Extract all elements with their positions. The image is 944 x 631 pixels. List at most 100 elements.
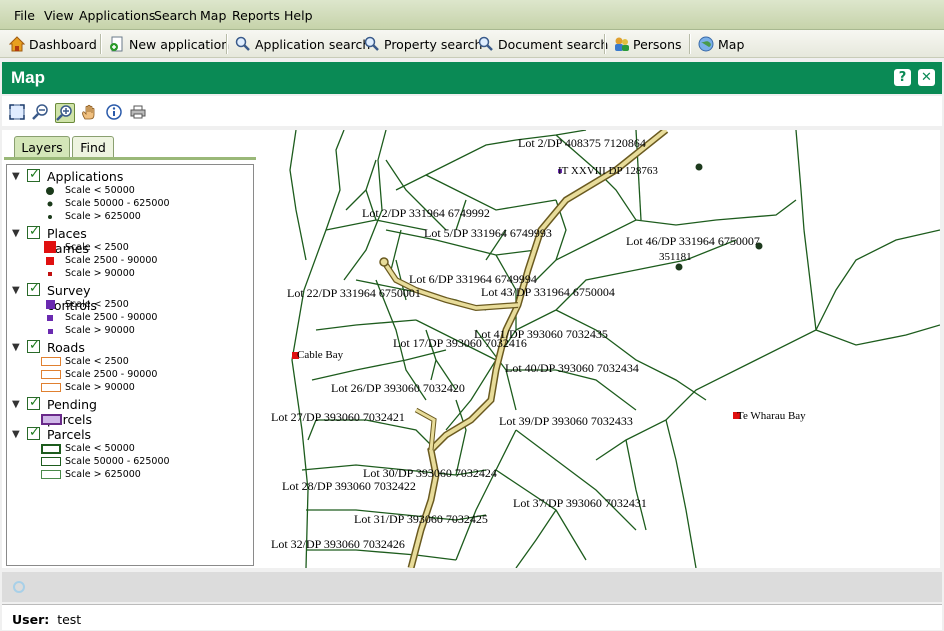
menu-file[interactable]: File	[14, 8, 35, 23]
search-icon	[235, 36, 251, 52]
print-icon[interactable]	[129, 103, 147, 121]
expand-arrow-icon[interactable]: ▼	[12, 342, 20, 353]
map-label: Lot 37/DP 393060 7032431	[513, 496, 647, 510]
map-label: Lot 17/DP 393060 7032416	[393, 336, 527, 350]
expand-arrow-icon[interactable]: ▼	[12, 399, 20, 410]
map-label: Lot 30/DP 393060 7032424	[363, 466, 497, 480]
new-application-label: New application	[129, 36, 230, 52]
legend-item: Scale < 2500	[46, 299, 129, 311]
zoom-out-icon[interactable]	[32, 103, 50, 121]
map-label: Lot 26/DP 393060 7032420	[331, 381, 465, 395]
tab-find[interactable]: Find	[72, 136, 114, 157]
new-application-button[interactable]: New application	[109, 34, 229, 54]
property-search-button[interactable]: Property search	[364, 34, 482, 54]
left-panel: Layers Find ▼ ✓ Applications Scale < 500…	[2, 130, 256, 568]
new-document-icon	[109, 36, 125, 52]
menu-help[interactable]: Help	[284, 8, 313, 23]
map-label: Lot 43/DP 331964 6750004	[481, 285, 615, 299]
layer-checkbox[interactable]: ✓	[27, 167, 40, 182]
main-toolbar: Dashboard New application Application se…	[0, 30, 944, 58]
map-label: Map	[718, 36, 745, 52]
loading-spinner-icon	[13, 581, 25, 593]
layer-checkbox[interactable]: ✓	[27, 425, 40, 440]
map-canvas[interactable]: Lot 2/DP 408375 7120864 IT XXVIII DP 128…	[256, 130, 940, 568]
page-title: Map	[11, 68, 45, 87]
legend-item: Scale > 625000	[41, 469, 141, 481]
layer-label: Applications	[47, 169, 124, 184]
property-search-label: Property search	[384, 36, 483, 52]
menu-map[interactable]: Map	[200, 8, 226, 23]
map-label: Cable Bay	[297, 349, 344, 361]
map-label: Te Wharau Bay	[737, 410, 806, 422]
persons-label: Persons	[633, 36, 682, 52]
search-icon	[478, 36, 494, 52]
document-search-label: Document search	[498, 36, 609, 52]
legend-item: Scale 2500 - 90000	[41, 369, 157, 381]
home-icon	[8, 36, 26, 52]
legend-item: Scale < 2500	[41, 356, 129, 368]
expand-arrow-icon[interactable]: ▼	[12, 228, 20, 239]
zoom-in-icon[interactable]	[55, 103, 75, 123]
map-label: Lot 40/DP 393060 7032434	[505, 361, 639, 375]
map-label: Lot 31/DP 393060 7032425	[354, 512, 488, 526]
layer-checkbox[interactable]: ✓	[27, 395, 40, 410]
road-symbol-icon	[41, 370, 61, 379]
legend-item: Scale 50000 - 625000	[47, 198, 170, 210]
map-label: Lot 28/DP 393060 7032422	[282, 479, 416, 493]
status-bar: User: test	[2, 604, 942, 630]
help-button[interactable]: ?	[894, 69, 911, 86]
pending-parcel-symbol-icon	[41, 414, 62, 425]
expand-arrow-icon[interactable]: ▼	[12, 429, 20, 440]
layer-label: Parcels	[47, 427, 92, 442]
menu-reports[interactable]: Reports	[232, 8, 280, 23]
close-button[interactable]: ✕	[918, 69, 935, 86]
pan-hand-icon[interactable]	[80, 103, 98, 121]
close-icon: ✕	[921, 70, 932, 85]
help-icon: ?	[898, 70, 907, 85]
expand-arrow-icon[interactable]: ▼	[12, 171, 20, 182]
persons-button[interactable]: Persons	[613, 34, 682, 54]
dashboard-label: Dashboard	[29, 36, 97, 52]
parcel-symbol-icon	[41, 470, 61, 479]
tab-layers[interactable]: Layers	[14, 136, 70, 157]
tab-underline	[4, 157, 256, 160]
road-symbol-icon	[41, 357, 61, 366]
layer-checkbox[interactable]: ✓	[27, 224, 40, 239]
map-tools-bar	[2, 96, 942, 126]
map-label: Lot 2/DP 408375 7120864	[518, 136, 646, 150]
full-extent-icon[interactable]	[8, 103, 26, 121]
layer-checkbox[interactable]: ✓	[27, 281, 40, 296]
legend-item: Scale < 50000	[46, 185, 135, 197]
expand-arrow-icon[interactable]: ▼	[12, 285, 20, 296]
legend-item: Scale 2500 - 90000	[46, 255, 157, 267]
map-label: IT XXVIII DP 128763	[558, 165, 658, 177]
application-search-label: Application search	[255, 36, 371, 52]
info-icon[interactable]	[105, 103, 123, 121]
layer-label: Roads	[47, 340, 85, 355]
point-symbol-icon	[47, 201, 53, 207]
menu-search[interactable]: Search	[154, 8, 197, 23]
layer-checkbox[interactable]: ✓	[27, 338, 40, 353]
application-search-button[interactable]: Application search	[235, 34, 370, 54]
map-label: Lot 32/DP 393060 7032426	[271, 537, 405, 551]
legend-item: Scale < 2500	[44, 241, 129, 254]
map-label: Lot 22/DP 331964 6750001	[287, 286, 421, 300]
panel-title-bar: Map ? ✕	[2, 62, 942, 94]
legend-item: Scale < 50000	[41, 443, 135, 455]
dashboard-button[interactable]: Dashboard	[8, 34, 97, 54]
legend-item: Scale > 90000	[48, 325, 135, 337]
document-search-button[interactable]: Document search	[478, 34, 608, 54]
status-area	[2, 572, 942, 602]
menu-bar: File View Applications Search Map Report…	[0, 0, 944, 30]
legend-item: Scale > 90000	[48, 268, 135, 280]
menu-applications[interactable]: Applications	[79, 8, 155, 23]
square-symbol-icon	[46, 257, 54, 265]
map-label: Lot 2/DP 331964 6749992	[362, 206, 490, 220]
parcel-symbol-icon	[41, 457, 61, 466]
map-label: Lot 6/DP 331964 6749994	[409, 272, 537, 286]
square-symbol-icon	[46, 300, 55, 309]
map-button[interactable]: Map	[698, 34, 744, 54]
menu-view[interactable]: View	[44, 8, 74, 23]
point-symbol-icon	[48, 215, 52, 219]
square-symbol-icon	[48, 329, 53, 334]
